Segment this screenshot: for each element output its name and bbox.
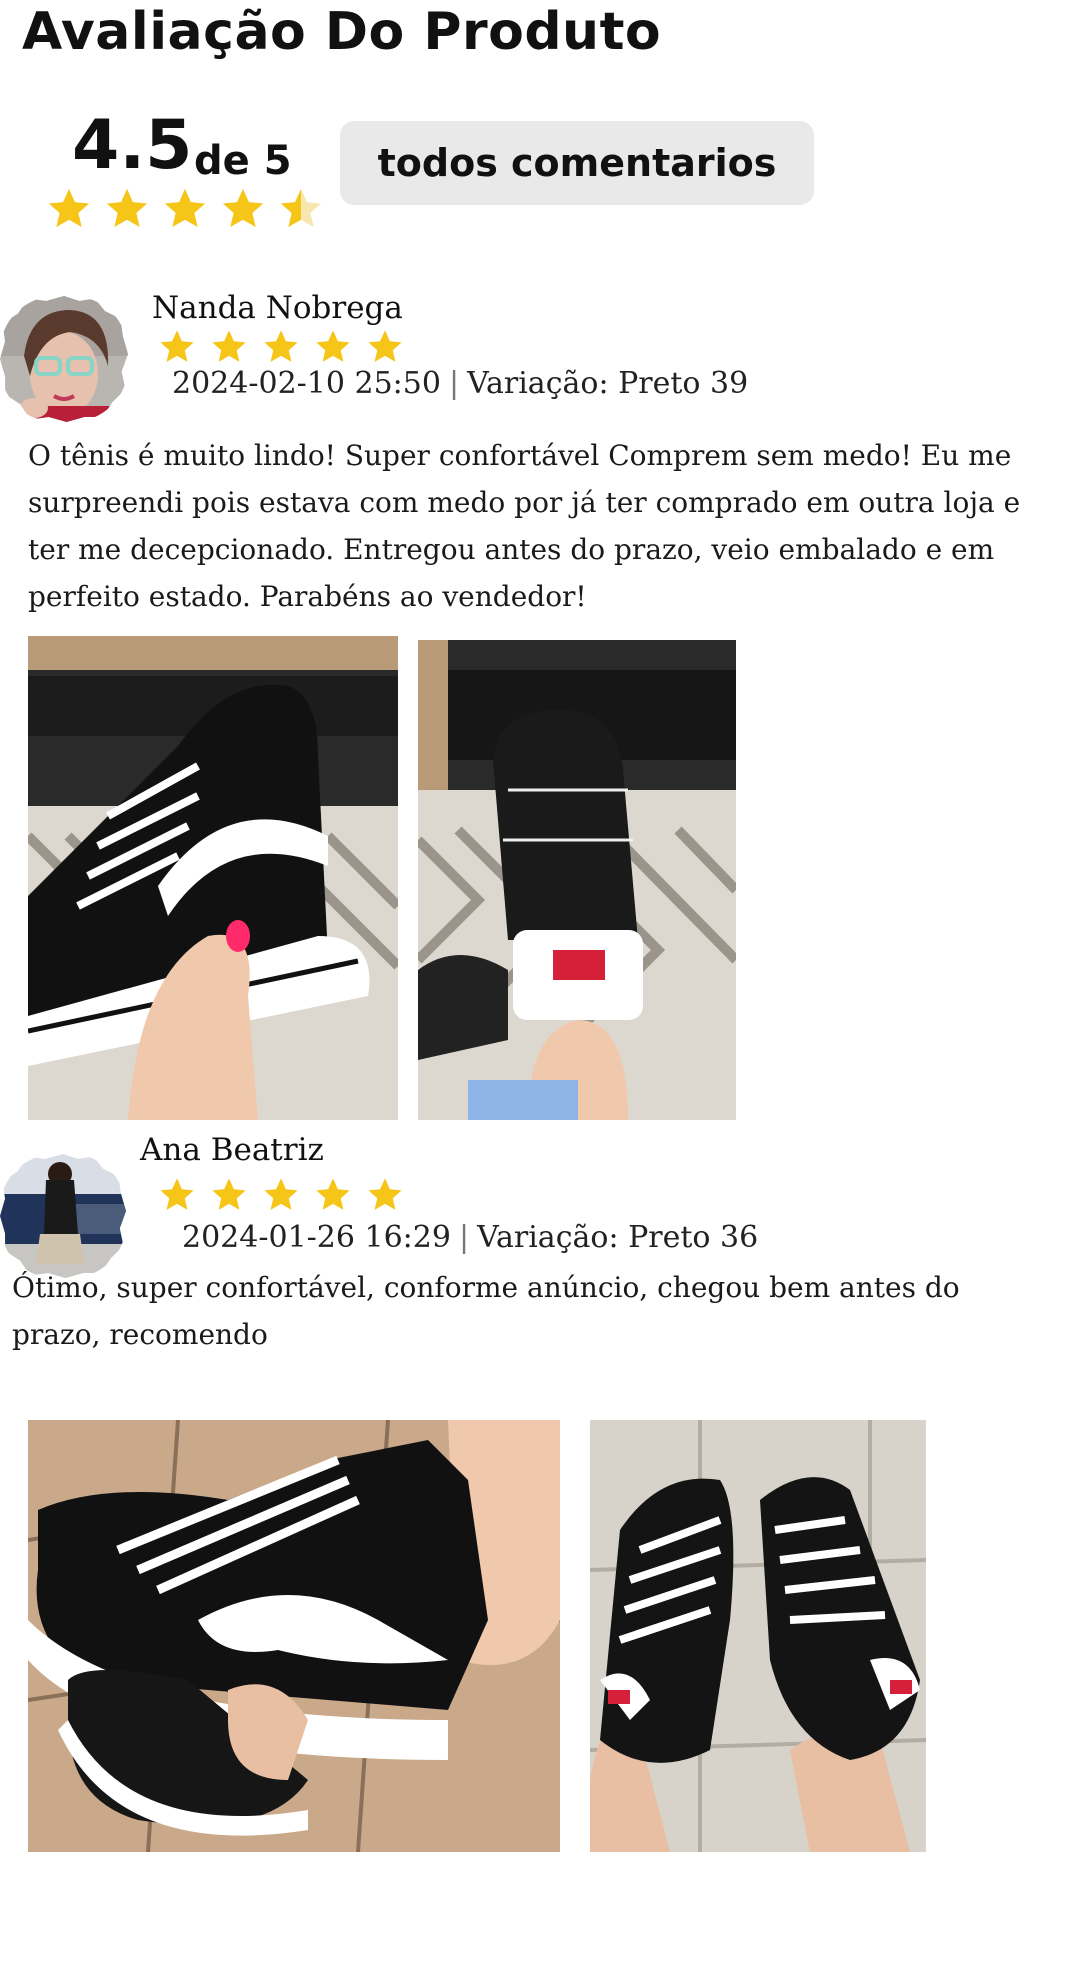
review-photo[interactable] — [590, 1420, 926, 1852]
review-meta: 2024-02-10 25:50 | Variação: Preto 39 — [172, 366, 748, 401]
star-icon — [316, 1178, 350, 1210]
star-icon — [264, 330, 298, 362]
star-icon — [164, 188, 206, 228]
all-comments-button[interactable]: todos comentarios — [340, 121, 814, 205]
meta-separator: | — [458, 1220, 470, 1255]
star-icon — [280, 188, 322, 228]
star-icon — [48, 188, 90, 228]
review-text: Ótimo, super confortável, conforme anúnc… — [12, 1271, 960, 1351]
review-rating-stars — [158, 1176, 404, 1214]
star-icon — [368, 330, 402, 362]
reviewer-name: Ana Beatriz — [140, 1132, 324, 1168]
review-variation: Variação: Preto 36 — [477, 1220, 759, 1255]
review-card: Nanda Nobrega 2024-02-10 25:50 | Variação:… — [0, 290, 1080, 1120]
review-photo[interactable] — [28, 636, 398, 1120]
avatar — [0, 296, 128, 422]
review-text: O tênis é muito lindo! Super confortável… — [28, 439, 1021, 613]
review-rating-stars — [158, 328, 404, 366]
star-icon — [264, 1178, 298, 1210]
star-icon — [106, 188, 148, 228]
star-icon — [212, 1178, 246, 1210]
rating-scale-label: de 5 — [194, 138, 292, 184]
review-meta: 2024-01-26 16:29 | Variação: Preto 36 — [182, 1220, 758, 1255]
star-icon — [316, 330, 350, 362]
avatar — [0, 1154, 126, 1278]
star-icon — [160, 330, 194, 362]
average-rating-score: 4.5 — [72, 106, 193, 185]
review-photo[interactable] — [418, 640, 736, 1120]
star-icon — [212, 330, 246, 362]
star-icon — [222, 188, 264, 228]
average-rating-stars — [46, 186, 324, 232]
review-card: Ana Beatriz 2024-01-26 16:29 | Variação: P… — [0, 1126, 1080, 1876]
review-photo[interactable] — [28, 1420, 560, 1852]
review-date: 2024-01-26 16:29 — [182, 1220, 451, 1255]
page-title: Avaliação Do Produto — [22, 2, 662, 62]
reviewer-name: Nanda Nobrega — [152, 290, 403, 326]
meta-separator: | — [448, 366, 460, 401]
star-icon — [160, 1178, 194, 1210]
star-icon — [368, 1178, 402, 1210]
review-date: 2024-02-10 25:50 — [172, 366, 441, 401]
review-variation: Variação: Preto 39 — [467, 366, 749, 401]
